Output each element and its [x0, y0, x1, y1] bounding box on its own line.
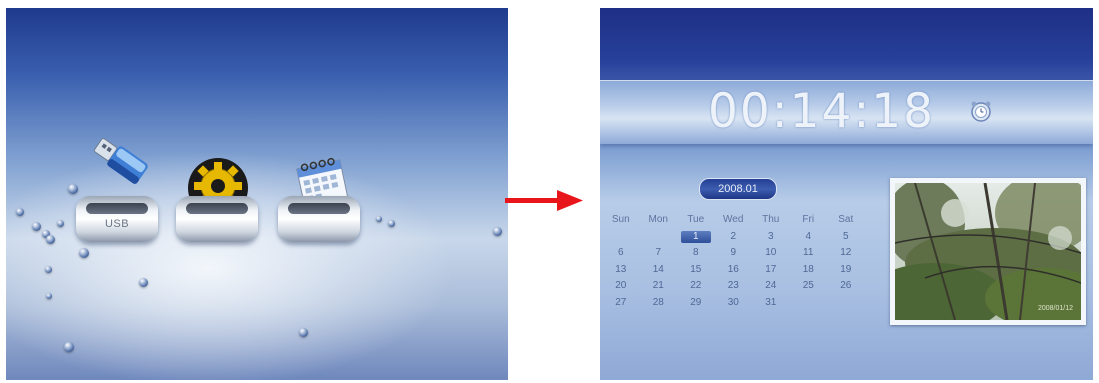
photo-frame: 2008/01/12	[890, 178, 1086, 325]
calendar-day-cell[interactable]: 24	[752, 278, 790, 295]
bubble-decoration	[57, 220, 64, 227]
calendar-day-cell[interactable]: 16	[715, 262, 753, 279]
calendar-day-cell[interactable]: 7	[640, 245, 678, 262]
calendar-day-cell[interactable]: 11	[790, 245, 828, 262]
bubble-decoration	[68, 184, 78, 194]
calendar-month-label[interactable]: 2008.01	[699, 178, 777, 200]
clock-time: 00:14:18	[708, 84, 936, 139]
bubble-decoration	[388, 220, 395, 227]
calendar-day-cell[interactable]: 2	[715, 229, 753, 246]
weekday-label: Fri	[802, 214, 815, 225]
calendar-empty-cell	[827, 295, 865, 312]
calendar-day-cell[interactable]: 27	[602, 295, 640, 312]
calendar-week-row: 12345	[602, 229, 870, 246]
photo-date-stamp: 2008/01/12	[1037, 305, 1073, 312]
bubble-decoration	[16, 208, 24, 216]
slot-opening	[86, 203, 148, 214]
calendar-day-cell[interactable]: 25	[790, 278, 828, 295]
calendar-day-cell[interactable]: 3	[752, 229, 790, 246]
calendar-day-cell[interactable]: 26	[827, 278, 865, 295]
calendar-day-cell[interactable]: 6	[602, 245, 640, 262]
bubble-decoration	[45, 266, 52, 273]
right-arrow-icon	[505, 190, 583, 211]
bubble-decoration	[32, 222, 41, 231]
weekday-label: Sat	[838, 214, 854, 225]
calendar-week-row: 13 14 15 16 17 18 19	[602, 262, 870, 279]
calendar-day-cell[interactable]: 22	[677, 278, 715, 295]
calendar-week-row: 20 21 22 23 24 25 26	[602, 278, 870, 295]
calendar-day-cell[interactable]: 30	[715, 295, 753, 312]
calendar-day-cell[interactable]: 19	[827, 262, 865, 279]
calendar-week-row: 27 28 29 30 31	[602, 295, 870, 312]
usb-label: USB	[104, 218, 130, 230]
weekday-header: Sun Mon Tue Wed Thu Fri Sat	[602, 212, 870, 229]
usb-menu-button[interactable]: USB	[76, 196, 158, 242]
bubble-decoration	[79, 248, 89, 258]
calendar-day-cell[interactable]: 28	[640, 295, 678, 312]
calendar-day-cell[interactable]: 14	[640, 262, 678, 279]
calendar-week-row: 6 7 8 9 10 11 12	[602, 245, 870, 262]
slot-opening	[288, 203, 350, 214]
weekday-label: Mon	[648, 214, 668, 225]
calendar-day-cell[interactable]: 21	[640, 278, 678, 295]
slot-opening	[186, 203, 248, 214]
calendar-empty-cell	[790, 295, 828, 312]
usb-drive-icon	[84, 132, 156, 192]
slideshow-photo[interactable]: 2008/01/12	[895, 183, 1081, 320]
calendar-day-cell[interactable]: 10	[752, 245, 790, 262]
weekday-label: Tue	[687, 214, 705, 225]
weekday-label: Thu	[762, 214, 780, 225]
alarm-clock-icon[interactable]	[970, 100, 992, 122]
weekday-label: Wed	[723, 214, 744, 225]
bubble-decoration	[139, 278, 148, 287]
calendar-day-cell[interactable]: 17	[752, 262, 790, 279]
calendar-empty-cell	[602, 229, 640, 246]
calendar-day-cell[interactable]: 23	[715, 278, 753, 295]
clock-calendar-screen: 00:14:18 2008.01 Sun Mon Tue Wed Thu Fri Sat 1…	[600, 8, 1093, 380]
calendar-day-cell[interactable]: 15	[677, 262, 715, 279]
calendar-empty-cell	[640, 229, 678, 246]
calendar-day-cell[interactable]: 29	[677, 295, 715, 312]
calendar-day-cell[interactable]: 8	[677, 245, 715, 262]
bubble-decoration	[64, 342, 74, 352]
calendar-day-cell[interactable]: 18	[790, 262, 828, 279]
calendar-day-cell[interactable]: 5	[827, 229, 865, 246]
weekday-label: Sun	[611, 214, 630, 225]
calendar-day-cell[interactable]: 20	[602, 278, 640, 295]
bubble-decoration	[493, 227, 502, 236]
bubble-decoration	[299, 328, 308, 337]
calendar-day-cell[interactable]: 1	[681, 230, 711, 243]
settings-menu-button[interactable]	[176, 196, 258, 242]
bubble-decoration	[46, 293, 52, 299]
calendar-day-cell[interactable]: 4	[790, 229, 828, 246]
calendar-day-cell[interactable]: 12	[827, 245, 865, 262]
calendar-day-cell[interactable]: 9	[715, 245, 753, 262]
calendar-day-cell[interactable]: 31	[752, 295, 790, 312]
bubble-decoration	[376, 216, 382, 222]
calendar-day-cell[interactable]: 13	[602, 262, 640, 279]
main-menu-screen: USB	[6, 8, 508, 380]
calendar-menu-button[interactable]	[278, 196, 360, 242]
calendar-grid: Sun Mon Tue Wed Thu Fri Sat 1 2 3 4 5 6 7 8 9 10 11 12 13 1…	[602, 212, 870, 311]
bubble-decoration	[46, 235, 55, 244]
